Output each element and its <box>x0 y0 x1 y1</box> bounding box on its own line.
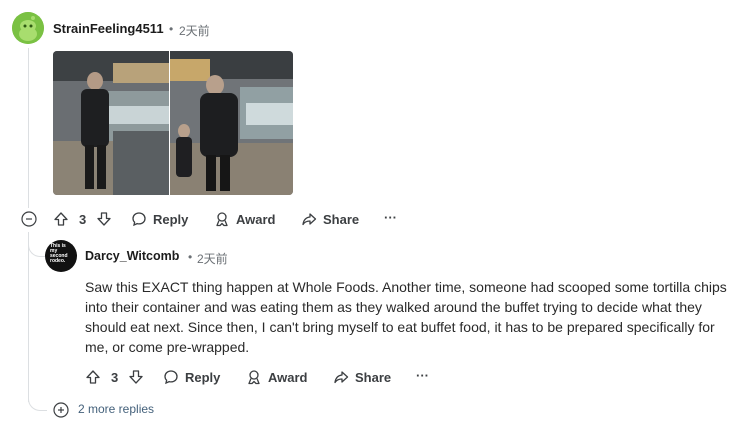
snoo-avatar-icon <box>12 12 44 44</box>
share-label: Share <box>355 369 392 385</box>
downvote-icon[interactable] <box>128 369 144 385</box>
more-options-button[interactable]: ··· <box>416 368 429 383</box>
award-label: Award <box>268 369 308 385</box>
buffet-photo-image <box>53 51 169 195</box>
avatar[interactable] <box>12 12 44 44</box>
award-button[interactable]: Award <box>214 211 276 227</box>
thread-line-main <box>28 48 29 208</box>
buffet-photo-image <box>170 51 293 195</box>
reply-label: Reply <box>185 369 221 385</box>
upvote-icon[interactable] <box>53 211 69 227</box>
meta-separator: • <box>169 22 174 36</box>
reply-button[interactable]: Reply <box>131 211 188 227</box>
comment-author[interactable]: Darcy_Witcomb <box>85 249 179 263</box>
thread-line-lower <box>28 232 29 402</box>
comment-bubble-icon <box>163 369 179 385</box>
comment-timestamp[interactable]: 2天前 <box>179 22 210 39</box>
attached-image-2[interactable] <box>170 51 293 195</box>
comment-bubble-icon <box>131 211 147 227</box>
thread-branch-curve-bottom <box>28 392 47 411</box>
vote-count: 3 <box>111 369 119 385</box>
thread-branch-curve <box>28 236 45 257</box>
avatar[interactable]: This is my second rodeo. <box>45 240 77 272</box>
more-options-icon: ··· <box>384 210 397 225</box>
award-label: Award <box>236 211 276 227</box>
collapse-thread-button[interactable] <box>21 211 37 232</box>
share-icon <box>333 369 349 385</box>
vote-count: 3 <box>79 211 87 227</box>
expand-plus-icon <box>53 402 69 418</box>
upvote-icon[interactable] <box>85 369 101 385</box>
vote-group: 3 <box>53 211 112 227</box>
share-icon <box>301 211 317 227</box>
share-button[interactable]: Share <box>301 211 359 227</box>
meta-separator: • <box>188 250 193 264</box>
comment-body: Saw this EXACT thing happen at Whole Foo… <box>85 279 727 355</box>
attached-image-1[interactable] <box>53 51 169 195</box>
comment-timestamp[interactable]: 2天前 <box>197 250 228 267</box>
comment-author[interactable]: StrainFeeling4511 <box>53 21 164 36</box>
more-options-icon: ··· <box>416 368 429 383</box>
reply-label: Reply <box>153 211 189 227</box>
award-icon <box>214 211 230 227</box>
more-options-button[interactable]: ··· <box>384 210 397 225</box>
downvote-icon[interactable] <box>96 211 112 227</box>
expand-replies-button[interactable] <box>53 402 69 423</box>
reply-button[interactable]: Reply <box>163 369 220 385</box>
collapse-circle-icon <box>21 211 37 227</box>
more-replies-link[interactable]: 2 more replies <box>78 402 154 416</box>
vote-group: 3 <box>85 369 144 385</box>
share-label: Share <box>323 211 360 227</box>
award-icon <box>246 369 262 385</box>
share-button[interactable]: Share <box>333 369 391 385</box>
avatar-text: This is my second rodeo. <box>50 243 68 264</box>
award-button[interactable]: Award <box>246 369 308 385</box>
